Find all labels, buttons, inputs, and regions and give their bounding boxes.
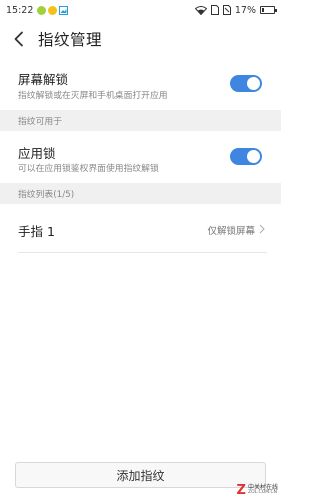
list-divider: [18, 252, 267, 253]
status-time: 15:22: [6, 4, 34, 16]
no-signal-icon: [222, 5, 231, 15]
green-app-icon: [37, 5, 47, 15]
app-lock-subtitle: 可以在应用锁鉴权界面使用指纹解锁: [18, 164, 159, 174]
zol-watermark: Z 中关村在线 ZOL.COM.CN: [237, 484, 278, 497]
page-title: 指纹管理: [38, 31, 103, 49]
sim-card-icon: [210, 5, 219, 15]
battery-percent: 17%: [234, 4, 256, 16]
fingerprint-row[interactable]: 手指 1 仅解锁屏幕: [0, 210, 281, 248]
toggle-knob: [247, 77, 260, 90]
toggle-knob: [247, 150, 260, 163]
app-header: 指纹管理: [0, 22, 281, 56]
chevron-left-icon: [14, 31, 23, 47]
screen-unlock-toggle[interactable]: [230, 75, 262, 92]
fingerprint-status: 仅解锁屏幕: [207, 226, 255, 237]
image-icon: [59, 5, 69, 15]
section-usage-label: 指纹可用于: [18, 117, 62, 127]
fingerprint-name: 手指 1: [18, 224, 55, 239]
status-bar: 15:22 17%: [0, 0, 281, 20]
section-header-fingerprint-list: 指纹列表(1/5): [0, 183, 281, 204]
screen-unlock-title: 屏幕解锁: [18, 72, 69, 87]
back-button[interactable]: [4, 22, 34, 56]
add-fingerprint-button[interactable]: 添加指纹: [15, 462, 266, 488]
section-list-label: 指纹列表(1/5): [18, 190, 75, 200]
app-lock-toggle[interactable]: [230, 148, 262, 165]
zol-logo-icon: Z: [236, 483, 246, 498]
wifi-icon: [194, 5, 207, 15]
chevron-right-icon: [259, 224, 265, 234]
yellow-app-icon: [48, 5, 58, 15]
battery-icon: [260, 6, 277, 14]
app-lock-row[interactable]: 应用锁 可以在应用锁鉴权界面使用指纹解锁: [0, 137, 281, 187]
screen-unlock-subtitle: 指纹解锁或在灭屏和手机桌面打开应用: [18, 91, 168, 101]
status-icons: 17%: [194, 4, 277, 16]
add-fingerprint-label: 添加指纹: [116, 468, 165, 483]
section-header-usage: 指纹可用于: [0, 110, 281, 131]
app-lock-title: 应用锁: [18, 146, 56, 161]
watermark-url: ZOL.COM.CN: [247, 490, 278, 496]
screen-unlock-row[interactable]: 屏幕解锁 指纹解锁或在灭屏和手机桌面打开应用: [0, 64, 281, 114]
